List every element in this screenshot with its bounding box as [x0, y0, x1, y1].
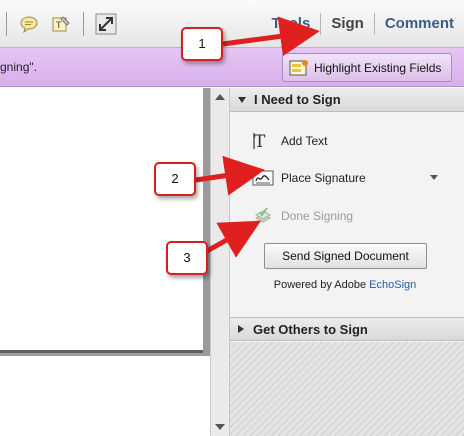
document-page[interactable]: [0, 88, 203, 353]
scroll-up-icon[interactable]: [215, 94, 225, 100]
tab-tools[interactable]: Tools: [261, 0, 320, 48]
top-toolbar: T Tools Sign Comment: [0, 0, 464, 48]
done-signing-icon: [254, 207, 272, 223]
scroll-down-icon[interactable]: [215, 424, 225, 430]
highlight-fields-icon: [289, 59, 308, 75]
place-signature-label: Place Signature: [281, 171, 366, 185]
text-tool-icon: T: [253, 132, 266, 151]
stamp-icon[interactable]: T: [49, 12, 73, 36]
done-signing-item[interactable]: Done Signing: [230, 201, 464, 231]
callout-3: 3: [166, 241, 208, 275]
callout-2: 2: [154, 162, 196, 196]
expand-icon[interactable]: [94, 12, 118, 36]
i-need-to-sign-header[interactable]: I Need to Sign: [230, 88, 464, 112]
toolbar-left-group: T: [0, 10, 122, 38]
toolbar-separator: [6, 12, 7, 36]
others-title: Get Others to Sign: [253, 321, 368, 337]
empty-pane-area: [230, 342, 464, 436]
tab-comment[interactable]: Comment: [375, 0, 464, 48]
expand-triangle-icon: [238, 325, 244, 333]
signature-icon: [252, 170, 274, 186]
comment-icon[interactable]: [17, 12, 41, 36]
tab-sign[interactable]: Sign: [321, 0, 374, 48]
section-title: I Need to Sign: [254, 92, 341, 107]
toolbar-separator: [83, 12, 84, 36]
notification-text: gning".: [0, 60, 37, 74]
form-notification-bar: gning". Highlight Existing Fields: [0, 48, 464, 87]
add-text-label: Add Text: [281, 134, 328, 148]
powered-by-text: Powered by Adobe EchoSign: [230, 279, 460, 291]
powered-prefix: Powered by Adobe: [273, 279, 367, 291]
echosign-link[interactable]: EchoSign: [369, 279, 416, 291]
place-signature-item[interactable]: Place Signature: [230, 163, 464, 193]
chevron-down-icon[interactable]: [430, 175, 438, 180]
svg-text:T: T: [55, 21, 62, 31]
done-signing-label: Done Signing: [281, 209, 354, 223]
vertical-scrollbar[interactable]: [210, 88, 230, 436]
svg-text:T: T: [254, 132, 266, 151]
send-signed-document-button[interactable]: Send Signed Document: [264, 243, 427, 269]
highlight-existing-fields-button[interactable]: Highlight Existing Fields: [282, 53, 452, 82]
highlight-button-label: Highlight Existing Fields: [314, 60, 442, 75]
add-text-item[interactable]: T Add Text: [230, 126, 464, 156]
sign-pane: I Need to Sign T Add Text Place Signatur…: [230, 88, 464, 436]
collapse-triangle-icon: [238, 96, 246, 103]
get-others-to-sign-header[interactable]: Get Others to Sign: [230, 317, 464, 341]
panel-tabs: Tools Sign Comment: [261, 0, 464, 48]
document-page-next[interactable]: [0, 356, 210, 436]
callout-1: 1: [181, 27, 223, 61]
get-others-to-sign-section[interactable]: Get Others to Sign: [230, 317, 464, 341]
